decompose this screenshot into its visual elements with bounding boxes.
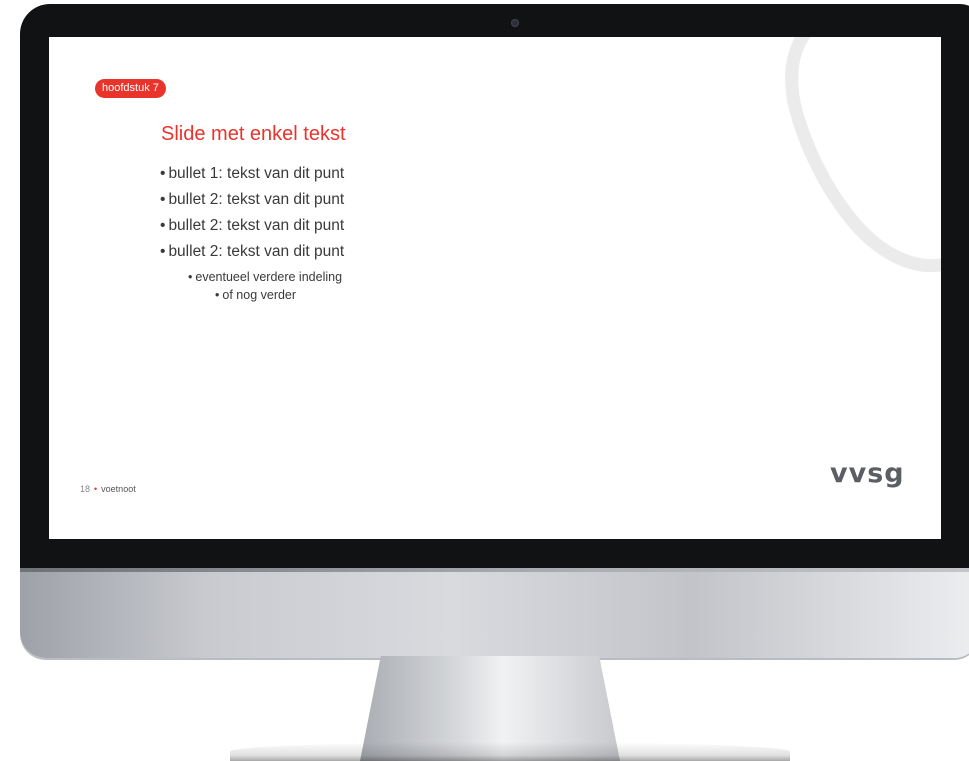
bullet-text: bullet 2: tekst van dit punt (168, 243, 345, 260)
footnote: voetnoot (101, 484, 136, 494)
bullet-text: bullet 2: tekst van dit punt (168, 217, 345, 234)
slide-screen: hoofdstuk 7 Slide met enkel tekst • bulle… (49, 37, 941, 539)
vvsg-logo: vvsg (830, 458, 905, 489)
sub-sub-list-item: • of nog verder (160, 286, 344, 304)
bullet-icon: • (160, 165, 166, 182)
desktop-monitor-mockup: hoofdstuk 7 Slide met enkel tekst • bulle… (0, 0, 969, 761)
chapter-badge: hoofdstuk 7 (95, 79, 166, 98)
page-number: 18 (80, 484, 91, 494)
webcam-icon (511, 19, 519, 27)
bullet-icon: • (160, 191, 166, 208)
list-item: • bullet 1: tekst van dit punt (160, 161, 344, 187)
bullet-text: bullet 2: tekst van dit punt (168, 191, 345, 208)
sub-list-item: • eventueel verdere indeling (160, 268, 344, 286)
list-item: • bullet 2: tekst van dit punt (160, 239, 344, 265)
monitor-chin (20, 568, 969, 658)
slide-footer: 18 • voetnoot (80, 484, 136, 494)
sub-bullet-text: eventueel verdere indeling (195, 270, 343, 284)
bullet-icon: • (160, 217, 166, 234)
bullet-text: bullet 1: tekst van dit punt (168, 165, 345, 182)
monitor-chin-edge (20, 568, 969, 572)
footer-separator: • (94, 484, 98, 494)
slide-title: Slide met enkel tekst (161, 123, 346, 145)
sub-sub-bullet-text: of nog verder (222, 288, 297, 302)
bullet-icon: • (160, 243, 166, 260)
list-item: • bullet 2: tekst van dit punt (160, 213, 344, 239)
monitor-stand-shadow (230, 742, 790, 761)
bullet-list: • bullet 1: tekst van dit punt • bullet 2:… (160, 161, 344, 304)
list-item: • bullet 2: tekst van dit punt (160, 187, 344, 213)
bullet-icon: • (215, 288, 220, 302)
bullet-icon: • (188, 270, 193, 284)
